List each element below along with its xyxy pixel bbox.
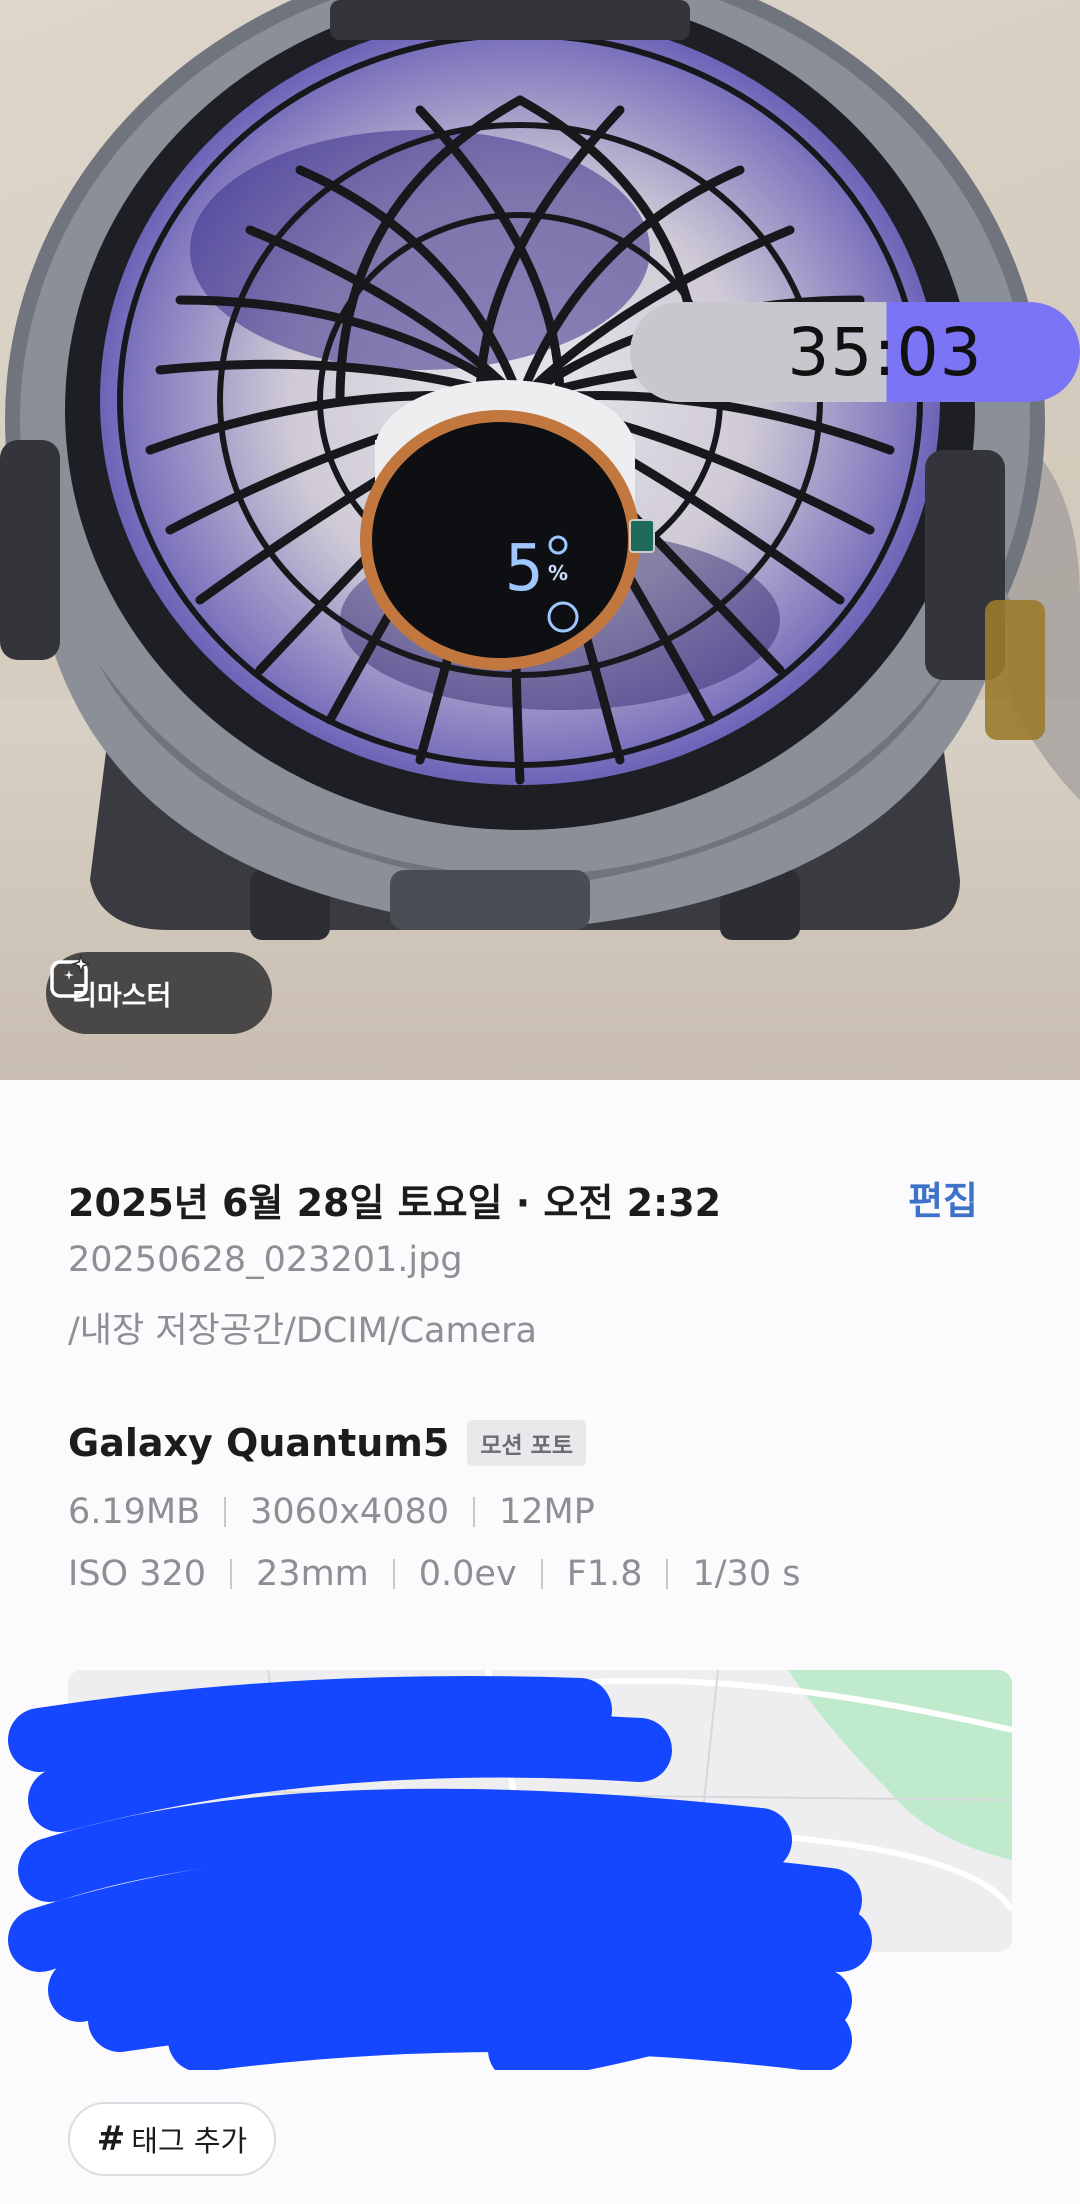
spec-exposure: 0.0ev bbox=[418, 1554, 517, 1594]
device-name: Galaxy Quantum5 bbox=[68, 1421, 450, 1465]
redaction-scribble bbox=[8, 1676, 872, 2070]
spec-file-size: 6.19MB bbox=[68, 1492, 201, 1532]
fan-level-unit: % bbox=[548, 561, 568, 585]
spec-iso: ISO 320 bbox=[68, 1554, 207, 1594]
spec-aperture: F1.8 bbox=[566, 1554, 643, 1594]
divider bbox=[473, 1497, 475, 1527]
fan-photo: 5 % bbox=[0, 0, 1080, 1080]
divider bbox=[540, 1559, 543, 1589]
add-tag-button[interactable]: # 태그 추가 bbox=[68, 2102, 276, 2176]
divider bbox=[224, 1497, 227, 1527]
sparkle-image-icon bbox=[50, 953, 92, 998]
divider bbox=[666, 1559, 669, 1589]
spec-resolution: 3060x4080 bbox=[250, 1492, 449, 1532]
spec-row-camera: ISO 320 23mm 0.0ev F1.8 1/30 s bbox=[68, 1554, 800, 1594]
divider bbox=[230, 1559, 233, 1589]
file-name: 20250628_023201.jpg bbox=[68, 1240, 463, 1280]
date-time: 2025년 6월 28일 토요일 · 오전 2:32 bbox=[68, 1181, 722, 1225]
add-tag-label: 태그 추가 bbox=[131, 2124, 248, 2158]
photo-viewer[interactable]: 5 % 35:03 리마스터 bbox=[0, 0, 1080, 1080]
device-row: Galaxy Quantum5 모션 포토 bbox=[68, 1420, 586, 1466]
spec-row-file: 6.19MB 3060x4080 12MP bbox=[68, 1492, 595, 1532]
fan-level-digit: 5 bbox=[505, 532, 544, 606]
spec-shutter: 1/30 s bbox=[692, 1554, 801, 1594]
motion-photo-badge: 모션 포토 bbox=[467, 1420, 586, 1466]
spec-focal-length: 23mm bbox=[256, 1554, 369, 1594]
edit-button[interactable]: 편집 bbox=[908, 1170, 978, 1225]
remaster-button[interactable]: 리마스터 bbox=[46, 952, 272, 1034]
file-path: /내장 저장공간/DCIM/Camera bbox=[68, 1311, 537, 1351]
timer-overlay: 35:03 bbox=[630, 302, 1080, 402]
timer-text: 35:03 bbox=[787, 313, 983, 391]
spec-megapixels: 12MP bbox=[499, 1492, 595, 1532]
hashtag-icon: # bbox=[96, 2119, 126, 2159]
divider bbox=[392, 1559, 395, 1589]
